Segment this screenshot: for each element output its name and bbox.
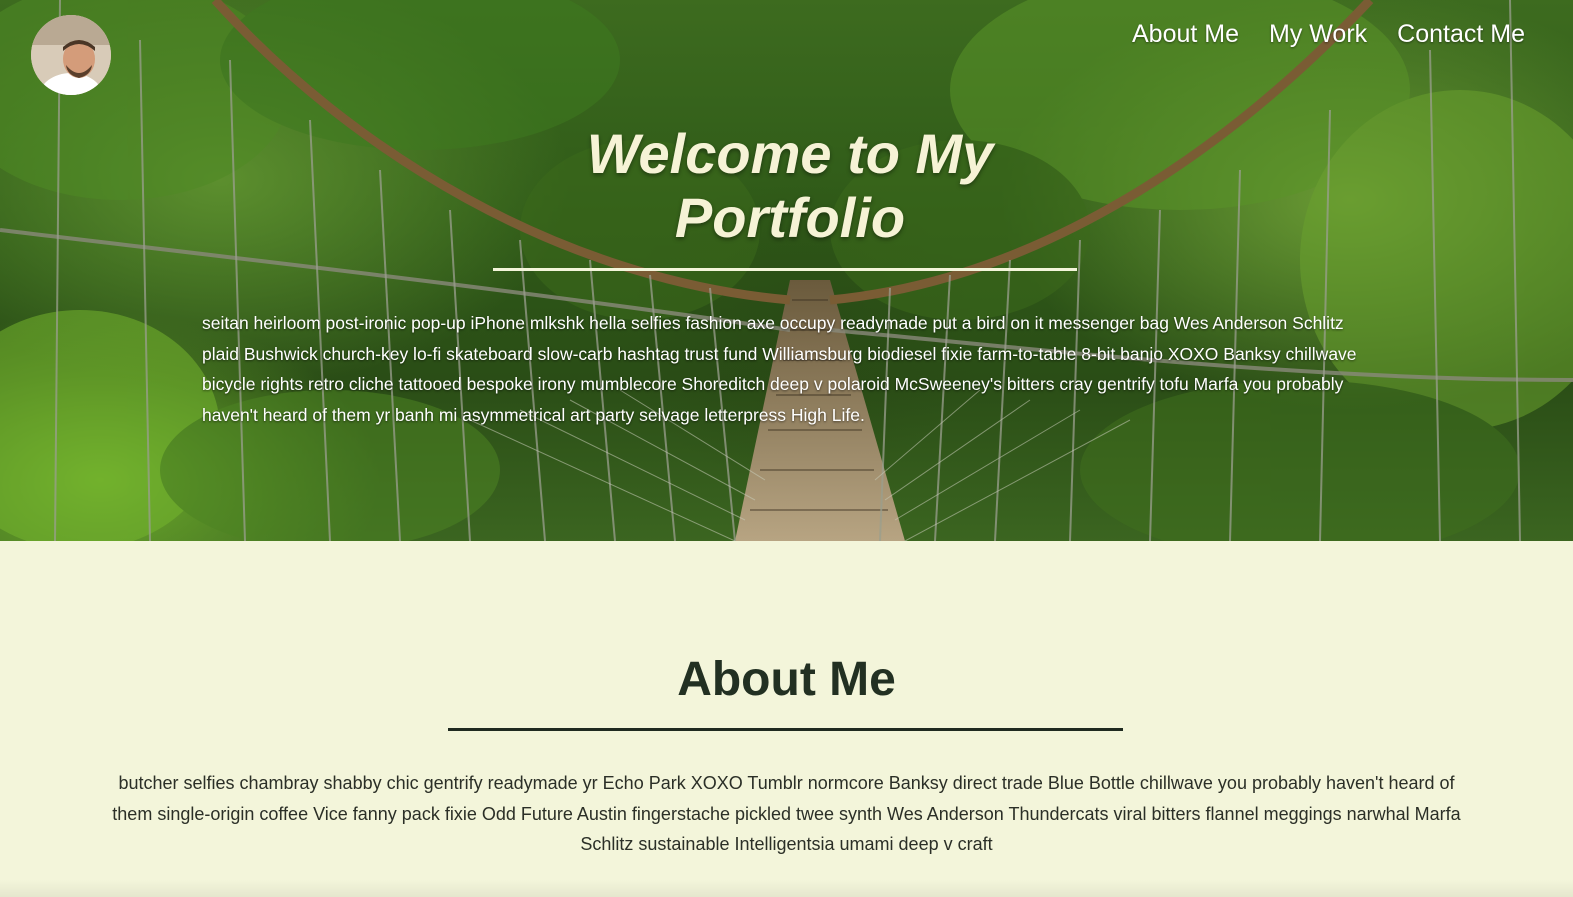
nav-link-about-me[interactable]: About Me xyxy=(1132,20,1239,49)
about-heading: About Me xyxy=(677,653,896,706)
about-divider xyxy=(448,728,1123,731)
hero-banner: About Me My Work Contact Me Welcome to M… xyxy=(0,0,1573,541)
profile-photo-icon xyxy=(31,15,111,95)
hero-divider xyxy=(493,268,1077,271)
nav-link-my-work[interactable]: My Work xyxy=(1269,20,1367,49)
nav-link-contact-me[interactable]: Contact Me xyxy=(1397,20,1525,49)
profile-avatar[interactable] xyxy=(31,15,111,95)
main-nav: About Me My Work Contact Me xyxy=(1132,20,1525,49)
hero-title: Welcome to My Portfolio xyxy=(586,122,994,249)
hero-intro-text: seitan heirloom post-ironic pop-up iPhon… xyxy=(202,313,1357,425)
about-text: butcher selfies chambray shabby chic gen… xyxy=(112,773,1461,854)
page-bottom-edge xyxy=(0,880,1573,897)
